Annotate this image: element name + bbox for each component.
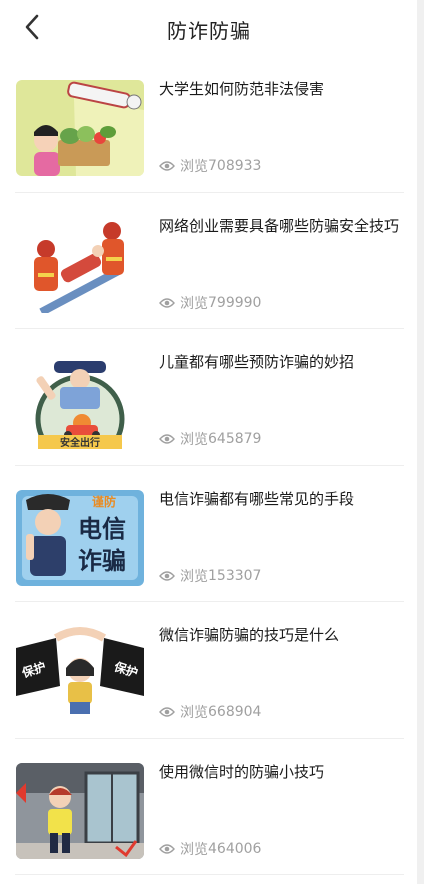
view-label: 浏览 (180, 432, 208, 448)
eye-icon (159, 570, 175, 582)
divider (15, 874, 404, 875)
article-title: 网络创业需要具备哪些防骗安全技巧 (159, 216, 400, 235)
view-count: 浏览 668904 (159, 703, 261, 721)
view-label: 浏览 (180, 568, 208, 585)
view-count: 浏览 645879 (159, 430, 261, 448)
article-title: 微信诈骗防骗的技巧是什么 (159, 626, 340, 644)
view-number: 668904 (208, 704, 262, 720)
list-item[interactable]: 大学生如何防范非法侵害 浏览 708933 (0, 56, 418, 193)
view-number: 153307 (208, 567, 262, 584)
view-number: 645879 (208, 431, 262, 447)
article-thumbnail[interactable]: 谨防 电信 诈骗 (16, 489, 144, 586)
thumb-caption: 电信 (78, 515, 126, 543)
eye-icon (159, 843, 175, 855)
view-count: 浏览 799990 (159, 294, 261, 312)
article-thumbnail[interactable] (16, 216, 144, 313)
article-thumbnail[interactable] (16, 762, 144, 859)
view-count: 浏览 708933 (159, 157, 261, 175)
view-count: 浏览 153307 (159, 567, 261, 585)
article-thumbnail[interactable] (16, 80, 144, 176)
list-item[interactable]: 使用微信时的防骗小技巧 浏览 464006 (0, 739, 418, 875)
list-item[interactable]: 保护 保护 微信诈骗防骗的技巧是什么 浏览 668904 (0, 602, 418, 739)
view-number: 799990 (208, 294, 262, 311)
list-item[interactable]: 安全出行 儿童都有哪些预防诈骗的妙招 浏览 645879 (0, 329, 418, 466)
page-title: 防诈防骗 (167, 19, 251, 43)
eye-icon (159, 706, 175, 718)
view-count: 浏览 464006 (159, 840, 261, 858)
view-label: 浏览 (180, 705, 208, 721)
scrollbar-track[interactable] (417, 0, 424, 884)
article-title: 大学生如何防范非法侵害 (159, 80, 325, 98)
article-thumbnail[interactable]: 保护 保护 (16, 626, 144, 722)
view-number: 464006 (208, 840, 262, 857)
view-label: 浏览 (180, 841, 208, 858)
list-item[interactable]: 谨防 电信 诈骗 电信诈骗都有哪些常见的手段 浏览 153307 (0, 466, 418, 602)
view-label: 浏览 (180, 295, 208, 312)
article-title: 使用微信时的防骗小技巧 (159, 762, 325, 781)
thumb-caption: 安全出行 (60, 436, 100, 449)
article-title: 儿童都有哪些预防诈骗的妙招 (159, 353, 355, 371)
page: 防诈防骗 大学生如何防范非法侵害 浏览 708933 网络创业需要具备哪些防骗安… (0, 0, 424, 884)
view-label: 浏览 (180, 159, 208, 175)
list-item[interactable]: 网络创业需要具备哪些防骗安全技巧 浏览 799990 (0, 193, 418, 329)
thumb-caption: 诈骗 (78, 547, 126, 575)
article-title: 电信诈骗都有哪些常见的手段 (159, 489, 355, 508)
eye-icon (159, 297, 175, 309)
article-thumbnail[interactable]: 安全出行 (16, 353, 144, 449)
eye-icon (159, 433, 175, 445)
article-list: 大学生如何防范非法侵害 浏览 708933 网络创业需要具备哪些防骗安全技巧 浏… (0, 56, 418, 875)
view-number: 708933 (208, 158, 262, 174)
thumb-caption: 谨防 (92, 494, 116, 509)
header-bar: 防诈防骗 (0, 0, 418, 56)
eye-icon (159, 160, 175, 172)
